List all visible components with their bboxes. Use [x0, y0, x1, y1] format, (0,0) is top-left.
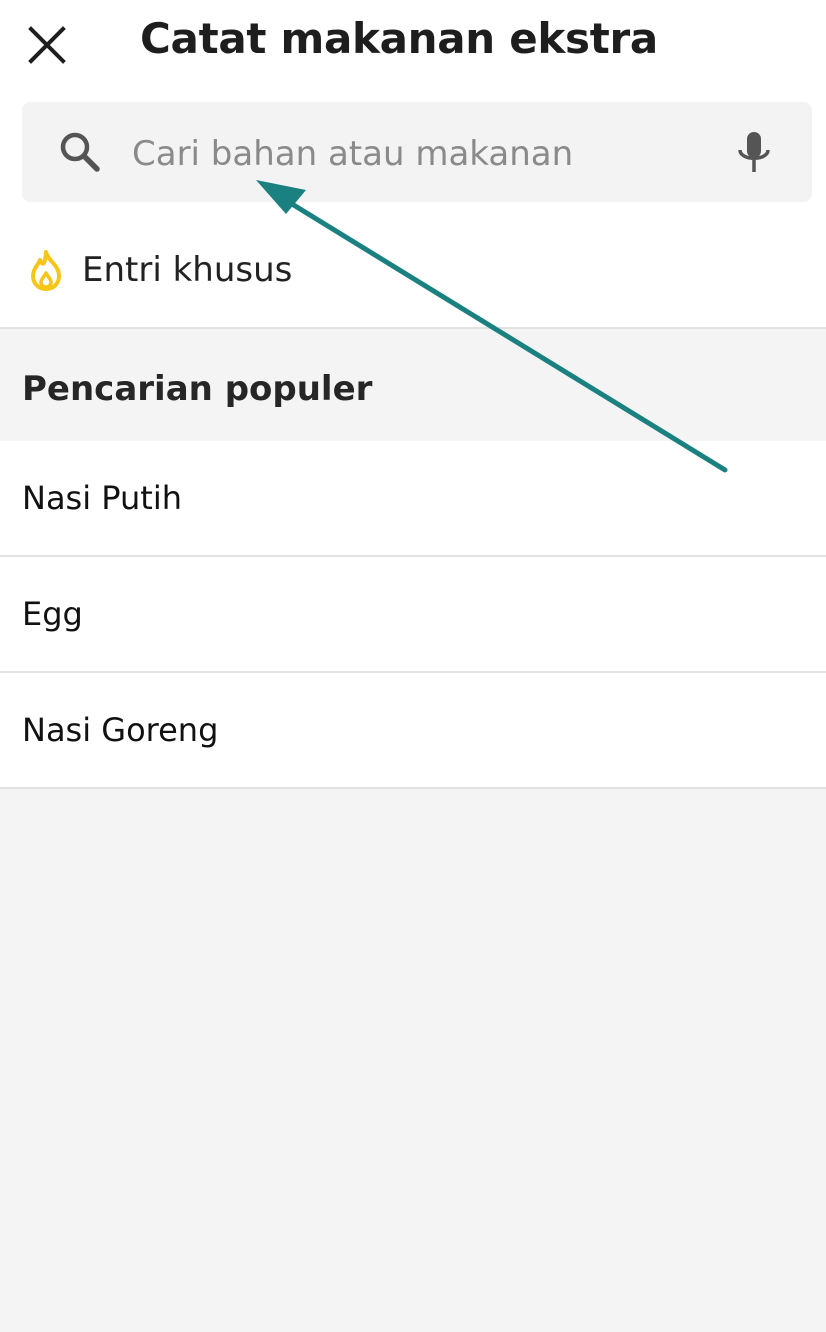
page-title: Catat makanan ekstra	[140, 14, 658, 63]
flame-icon	[31, 250, 61, 291]
microphone-icon[interactable]	[732, 130, 776, 176]
list-item[interactable]: Nasi Goreng	[0, 673, 826, 789]
list-item[interactable]: Egg	[0, 557, 826, 673]
list-item-label: Egg	[22, 595, 83, 633]
popular-section-header: Pencarian populer	[0, 329, 826, 441]
list-item[interactable]: Nasi Putih	[0, 441, 826, 557]
close-icon	[28, 26, 66, 64]
custom-entry-button[interactable]: Entri khusus	[0, 232, 826, 308]
search-input[interactable]	[130, 126, 694, 182]
top-panel: Catat makanan ekstra Entri khusus	[0, 0, 826, 328]
popular-list: Nasi Putih Egg Nasi Goreng	[0, 441, 826, 789]
section-title: Pencarian populer	[22, 369, 373, 409]
list-item-label: Nasi Goreng	[22, 711, 219, 749]
search-icon	[60, 132, 100, 172]
search-bar[interactable]	[22, 102, 812, 202]
close-button[interactable]	[22, 20, 72, 70]
list-item-label: Nasi Putih	[22, 479, 183, 517]
custom-entry-label: Entri khusus	[82, 250, 293, 290]
